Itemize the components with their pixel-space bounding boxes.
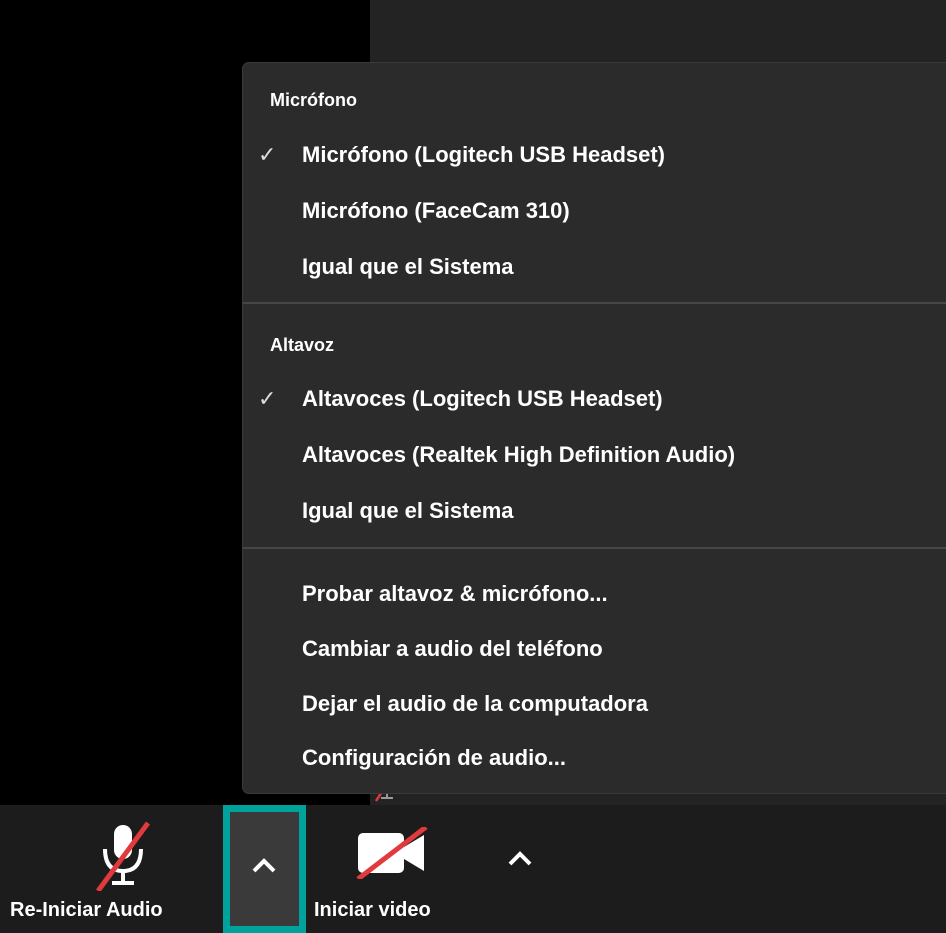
menu-action-label: Probar altavoz & micrófono... [302,581,608,606]
menu-divider [243,547,946,549]
speaker-section-header: Altavoz [270,335,335,355]
video-off-icon [356,827,428,879]
speaker-option-label: Altavoces (Logitech USB Headset) [302,386,663,411]
menu-action-label: Dejar el audio de la computadora [302,691,648,716]
audio-button-label: Re-Iniciar Audio [10,899,163,921]
audio-options-menu: Micrófono ✓ Micrófono (Logitech USB Head… [243,63,946,793]
microphone-section-header: Micrófono [270,90,357,110]
video-options-caret-button[interactable] [495,835,545,885]
speaker-option-label: Igual que el Sistema [302,498,514,523]
switch-to-phone-audio-item[interactable]: Cambiar a audio del teléfono [243,624,946,674]
test-speaker-mic-item[interactable]: Probar altavoz & micrófono... [243,569,946,619]
speaker-option-logitech[interactable]: ✓ Altavoces (Logitech USB Headset) [243,374,946,424]
checkmark-icon: ✓ [258,386,277,411]
video-button-label: Iniciar video [314,899,431,921]
chevron-up-icon [252,858,276,873]
mic-option-logitech[interactable]: ✓ Micrófono (Logitech USB Headset) [243,130,946,180]
menu-action-label: Cambiar a audio del teléfono [302,636,603,661]
audio-settings-item[interactable]: Configuración de audio... [243,733,946,783]
audio-options-caret-button[interactable] [223,805,306,933]
menu-divider [243,302,946,304]
menu-action-label: Configuración de audio... [302,745,566,770]
speaker-option-same-as-system[interactable]: Igual que el Sistema [243,486,946,536]
muted-microphone-icon [95,821,151,891]
speaker-option-label: Altavoces (Realtek High Definition Audio… [302,442,736,467]
mic-option-label: Igual que el Sistema [302,254,514,279]
chevron-up-icon [508,851,532,866]
mic-option-label: Micrófono (FaceCam 310) [302,198,570,223]
mic-option-same-as-system[interactable]: Igual que el Sistema [243,242,946,292]
start-video-button[interactable]: Iniciar video [306,805,476,933]
leave-computer-audio-item[interactable]: Dejar el audio de la computadora [243,679,946,729]
mic-option-label: Micrófono (Logitech USB Headset) [302,142,666,167]
checkmark-icon: ✓ [258,142,277,167]
join-audio-button[interactable]: Re-Iniciar Audio [0,805,222,933]
speaker-option-realtek[interactable]: Altavoces (Realtek High Definition Audio… [243,430,946,480]
mic-option-facecam[interactable]: Micrófono (FaceCam 310) [243,186,946,236]
